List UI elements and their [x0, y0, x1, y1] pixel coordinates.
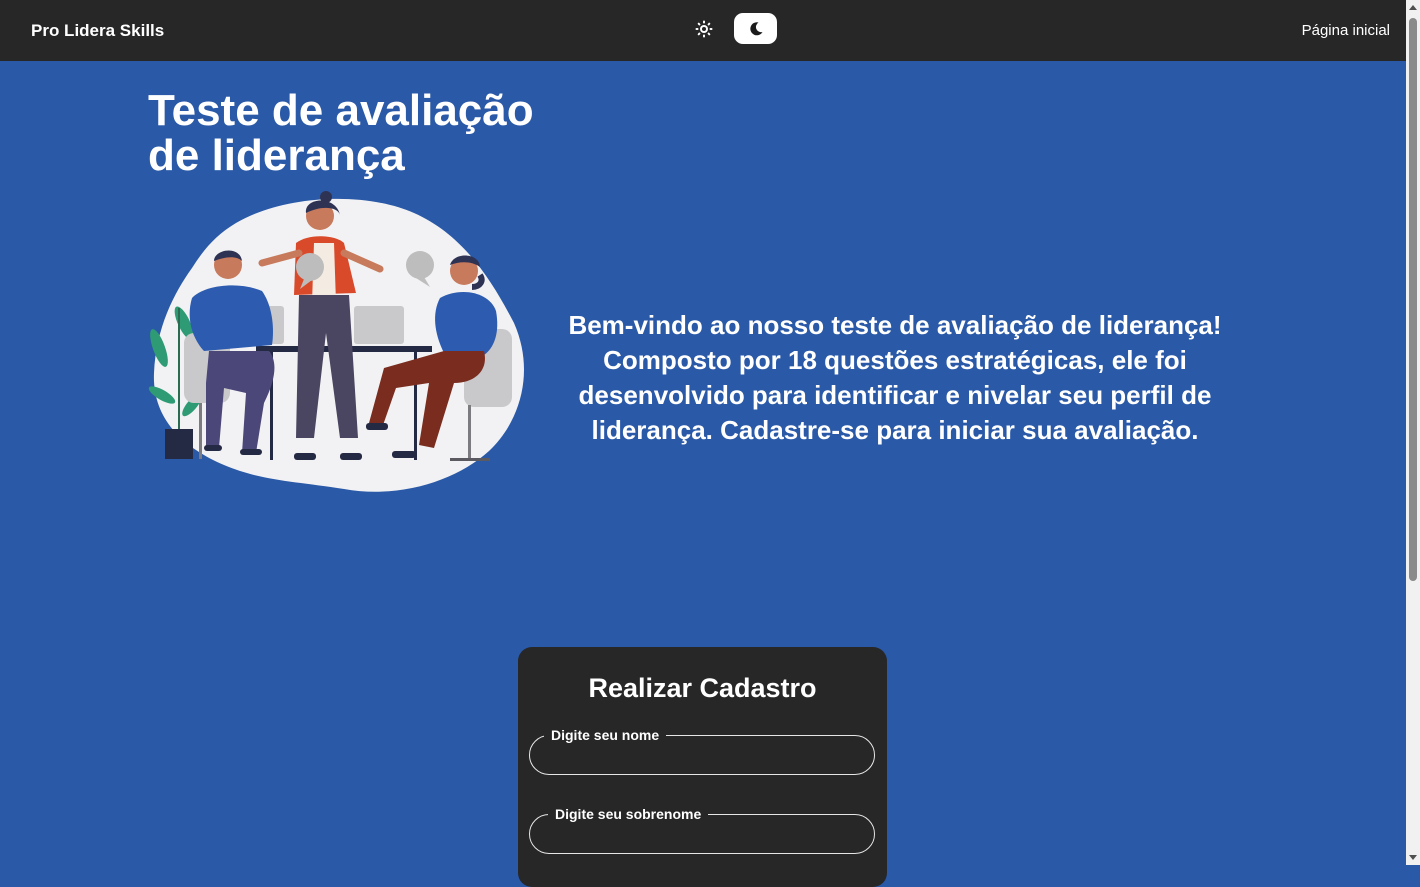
team-meeting-illustration — [148, 191, 524, 492]
dark-theme-button[interactable] — [734, 13, 777, 44]
scroll-down-arrow[interactable] — [1409, 855, 1417, 860]
home-link[interactable]: Página inicial — [1302, 22, 1390, 39]
light-theme-button[interactable] — [691, 16, 717, 42]
title-line-1: Teste de avaliação — [148, 86, 534, 135]
registration-title: Realizar Cadastro — [588, 673, 817, 703]
last-name-label: Digite seu sobrenome — [548, 806, 709, 822]
first-name-field[interactable]: Digite seu nome — [529, 727, 875, 775]
scroll-up-arrow[interactable] — [1409, 5, 1417, 10]
first-name-label: Digite seu nome — [544, 727, 667, 743]
last-name-field[interactable]: Digite seu sobrenome — [529, 806, 875, 854]
top-navbar: Pro Lidera Skills Página inicial — [0, 0, 1406, 61]
welcome-message: Bem-vindo ao nosso teste de avaliação de… — [568, 310, 1222, 445]
scroll-thumb[interactable] — [1409, 18, 1417, 581]
sun-icon — [695, 20, 713, 38]
last-name-input[interactable] — [546, 823, 860, 847]
page-title: Teste de avaliação de liderança — [148, 88, 568, 178]
registration-card: Realizar Cadastro Digite seu nome Digite… — [518, 647, 887, 887]
page-scrollbar[interactable] — [1406, 0, 1420, 865]
moon-icon — [749, 21, 762, 35]
title-line-2: de liderança — [148, 131, 405, 180]
first-name-input[interactable] — [546, 744, 860, 768]
brand-logo-text[interactable]: Pro Lidera Skills — [31, 21, 164, 41]
